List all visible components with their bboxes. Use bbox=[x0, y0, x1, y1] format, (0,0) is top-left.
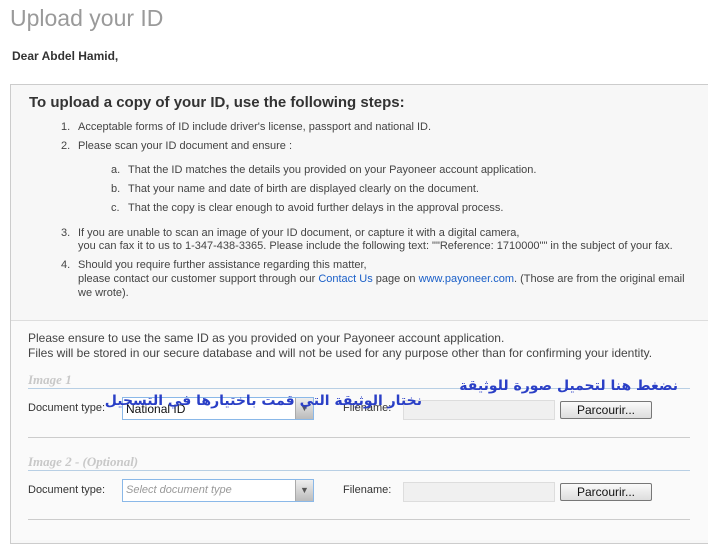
step-3-line2: you can fax it to us to 1-347-438-3365. … bbox=[78, 240, 673, 252]
sub-letter: c. bbox=[111, 202, 120, 214]
step-1: Acceptable forms of ID include driver's … bbox=[78, 121, 432, 133]
step-3-line1: If you are unable to scan an image of yo… bbox=[78, 227, 520, 239]
annotation-upload-note: نضغط هنا لتحميل صورة للوثيقة bbox=[459, 378, 678, 394]
notice-line2: Files will be stored in our secure datab… bbox=[28, 346, 653, 360]
image-1-title: Image 1 bbox=[28, 372, 72, 387]
divider bbox=[28, 470, 690, 471]
payoneer-site-link[interactable]: www.payoneer.com bbox=[419, 273, 514, 285]
step-4-line2: please contact our customer support thro… bbox=[78, 273, 685, 285]
notice-line1: Please ensure to use the same ID as you … bbox=[28, 331, 505, 345]
step-number: 4. bbox=[61, 259, 71, 271]
document-type-select-2[interactable]: Select document type ▼ bbox=[122, 479, 314, 502]
step-number: 3. bbox=[61, 227, 71, 239]
step-4-line3: we wrote). bbox=[78, 287, 129, 299]
filename-input-1[interactable] bbox=[403, 400, 555, 420]
doc-type-label: Document type: bbox=[28, 484, 106, 496]
annotation-select-note: نختار الوثيقة التي قمت باختيارها في التس… bbox=[104, 393, 422, 409]
browse-button-1[interactable]: Parcourir... bbox=[560, 401, 652, 419]
divider bbox=[28, 519, 690, 520]
text: . (Those are from the original email bbox=[514, 273, 685, 285]
text: please contact our customer support thro… bbox=[78, 273, 319, 285]
step-4-line1: Should you require further assistance re… bbox=[78, 259, 367, 271]
step-2b: That your name and date of birth are dis… bbox=[128, 183, 479, 195]
doc-type-label: Document type: bbox=[28, 402, 106, 414]
dropdown-arrow-icon[interactable]: ▼ bbox=[295, 480, 313, 501]
sub-letter: b. bbox=[111, 183, 121, 195]
greeting: Dear Abdel Hamid, bbox=[12, 49, 119, 63]
browse-button-2[interactable]: Parcourir... bbox=[560, 483, 652, 501]
steps-heading: To upload a copy of your ID, use the fol… bbox=[29, 94, 405, 111]
placeholder: Select document type bbox=[126, 484, 232, 496]
text: page on bbox=[372, 273, 419, 285]
step-2: Please scan your ID document and ensure … bbox=[78, 140, 293, 152]
filename-label: Filename: bbox=[343, 484, 392, 496]
sub-letter: a. bbox=[111, 164, 121, 176]
step-number: 1. bbox=[61, 121, 71, 133]
step-2c: That the copy is clear enough to avoid f… bbox=[128, 202, 504, 214]
filename-input-2[interactable] bbox=[403, 482, 555, 502]
divider bbox=[28, 437, 690, 438]
step-2a: That the ID matches the details you prov… bbox=[128, 164, 537, 176]
image-2-title: Image 2 - (Optional) bbox=[28, 454, 139, 469]
page-title: Upload your ID bbox=[10, 5, 164, 31]
step-number: 2. bbox=[61, 140, 71, 152]
contact-us-link[interactable]: Contact Us bbox=[318, 273, 372, 285]
